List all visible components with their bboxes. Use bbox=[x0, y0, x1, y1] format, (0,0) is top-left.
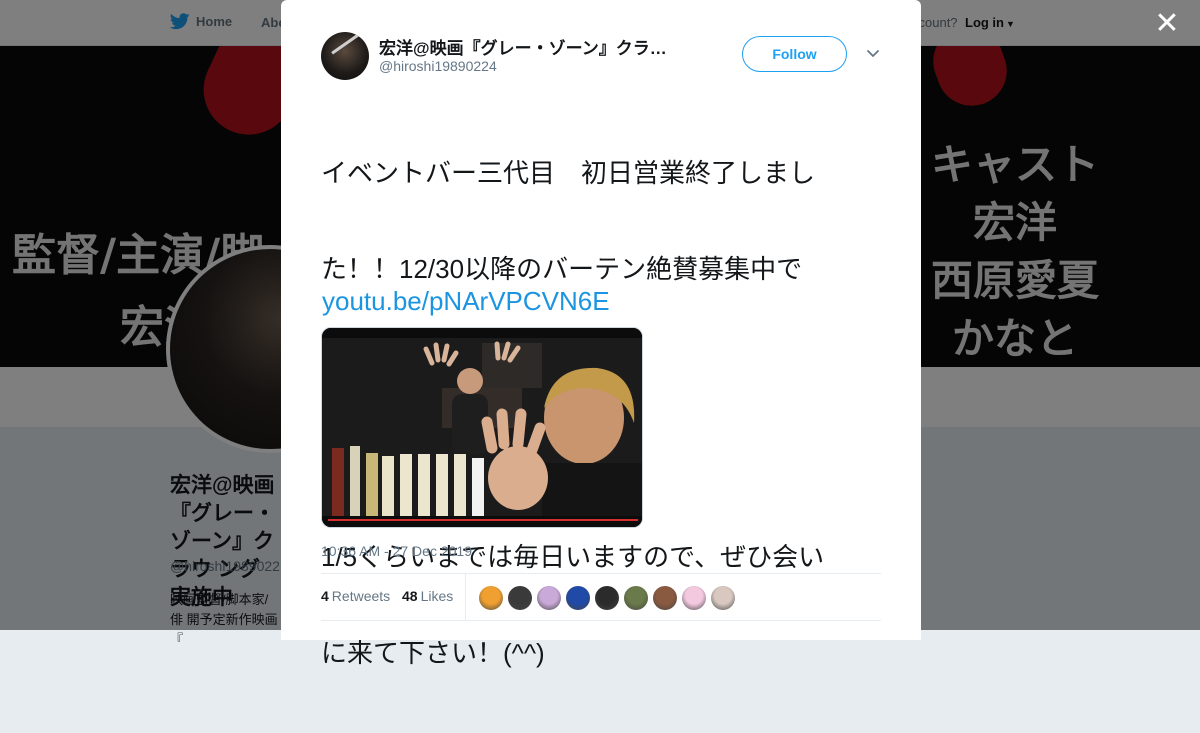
retweets-count: 4 bbox=[321, 588, 329, 604]
liker-avatar[interactable] bbox=[711, 586, 735, 610]
likes-count: 48 bbox=[402, 588, 418, 604]
likes-stat[interactable]: 48 Likes bbox=[402, 588, 453, 604]
tweet-modal: 宏洋@映画『グレー・ゾーン』クラ… @hiroshi19890224 Follo… bbox=[281, 0, 921, 668]
liker-avatar[interactable] bbox=[624, 586, 648, 610]
tweet-timestamp[interactable]: 10:36 AM - 27 Dec 2019 bbox=[321, 543, 472, 559]
liker-avatar[interactable] bbox=[566, 586, 590, 610]
chevron-down-icon[interactable] bbox=[864, 44, 882, 62]
retweets-label: Retweets bbox=[331, 588, 391, 604]
video-thumbnail[interactable] bbox=[321, 327, 643, 528]
avatar-sword-glint bbox=[331, 32, 361, 55]
tweet-text-line: た！！12/30以降のバーテン絶賛募集中で bbox=[321, 254, 803, 284]
tweet-stats: 4 Retweets 48 Likes bbox=[321, 573, 881, 621]
liker-avatar[interactable] bbox=[682, 586, 706, 610]
retweets-stat[interactable]: 4 Retweets bbox=[321, 588, 390, 604]
follow-button[interactable]: Follow bbox=[742, 36, 847, 72]
video-frame-image bbox=[322, 328, 642, 527]
close-icon[interactable]: ✕ bbox=[1154, 9, 1180, 39]
tweet-text-line: に来て下さい！(^^) bbox=[321, 638, 545, 668]
liker-avatar[interactable] bbox=[595, 586, 619, 610]
likers-avatars bbox=[479, 586, 735, 610]
tweet-author-name[interactable]: 宏洋@映画『グレー・ゾーン』クラ… bbox=[379, 34, 689, 59]
likes-label: Likes bbox=[420, 588, 454, 604]
liker-avatar[interactable] bbox=[653, 586, 677, 610]
liker-avatar[interactable] bbox=[537, 586, 561, 610]
tweet-author-handle[interactable]: @hiroshi19890224 bbox=[379, 58, 497, 74]
liker-avatar[interactable] bbox=[508, 586, 532, 610]
stats-divider bbox=[465, 574, 466, 620]
liker-avatar[interactable] bbox=[479, 586, 503, 610]
tweet-youtube-link[interactable]: youtu.be/pNArVPCVN6E bbox=[322, 285, 610, 317]
tweet-text-line: イベントバー三代目 初日営業終了しまし bbox=[321, 158, 816, 188]
tweet-author-avatar[interactable] bbox=[321, 32, 369, 80]
